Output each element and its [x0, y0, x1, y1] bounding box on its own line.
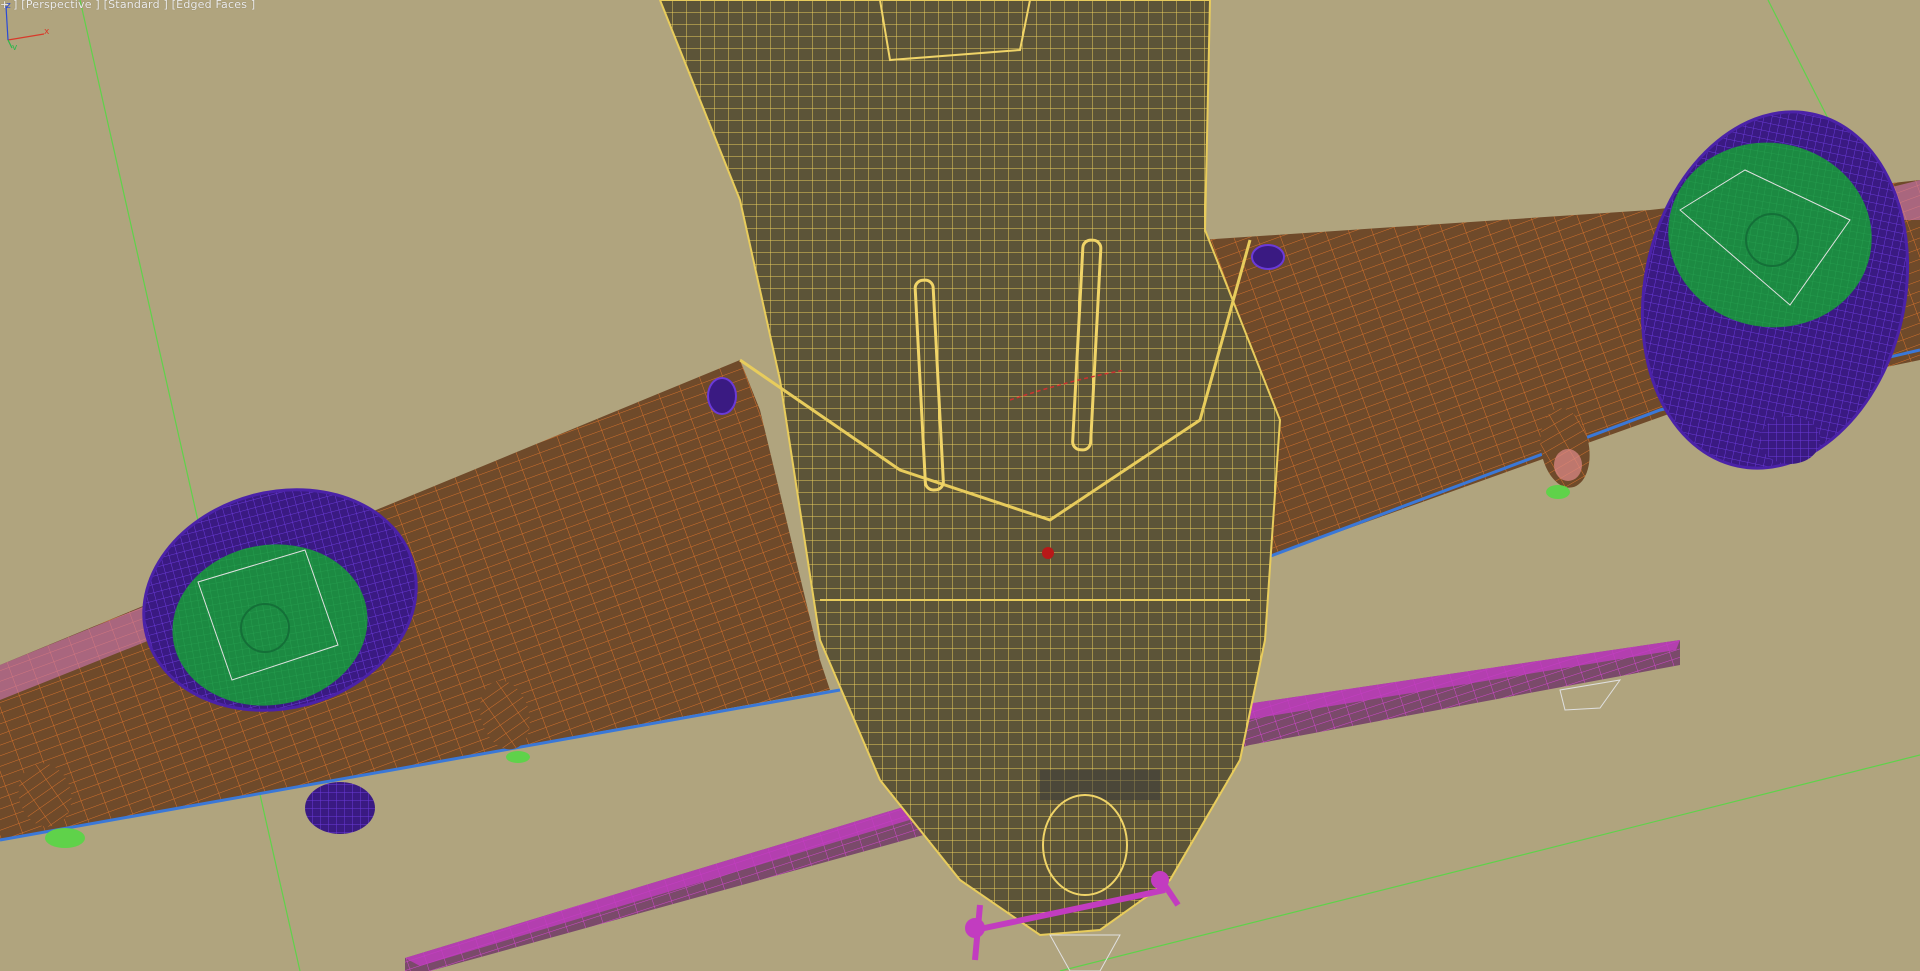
bracket-sep-2: ] [ [159, 0, 177, 11]
axis-y-label: y [12, 43, 18, 50]
axis-x-label: x [44, 27, 50, 37]
bracket-end: ] [247, 0, 256, 11]
perspective-viewport[interactable]: + ] [Perspective ] [Standard ] [Edged Fa… [0, 0, 1920, 971]
axis-z-label: z [6, 1, 11, 11]
right-engine-nacelle[interactable] [1610, 87, 1920, 493]
viewport-display-mode-menu[interactable]: Edged Faces [176, 0, 247, 11]
bracket-sep-1: ] [ [91, 0, 109, 11]
axis-tripod-icon: x z y [5, 1, 50, 50]
viewport-shading-menu[interactable]: Standard [108, 0, 160, 11]
